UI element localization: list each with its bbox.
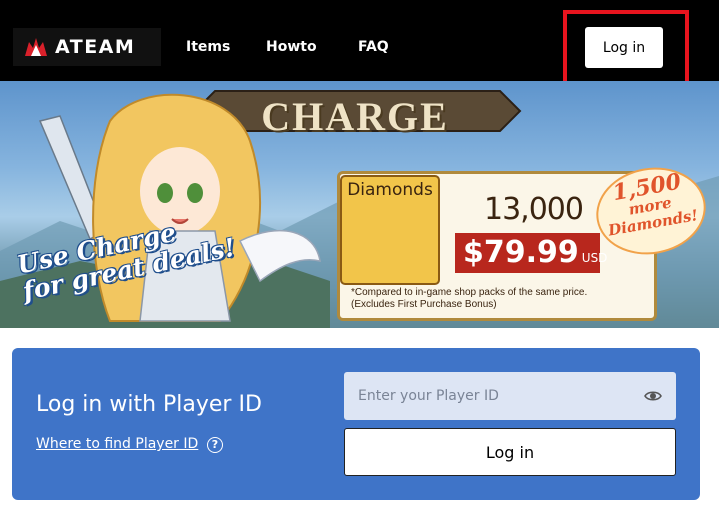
offer-footnote: *Compared to in-game shop packs of the s… <box>345 287 655 311</box>
price-value: $79.99 <box>463 235 579 270</box>
help-icon[interactable]: ? <box>207 437 223 453</box>
logo-icon <box>25 38 47 56</box>
site-logo[interactable]: ATEAM <box>13 28 161 66</box>
price-tag: $79.99 USD <box>455 233 607 273</box>
login-panel-title: Log in with Player ID <box>36 392 262 417</box>
logo-text: ATEAM <box>55 36 136 58</box>
nav-faq[interactable]: FAQ <box>358 39 389 55</box>
footnote-line-1: *Compared to in-game shop packs of the s… <box>351 287 588 298</box>
site-header: ATEAM Items Howto FAQ Log in <box>0 0 719 85</box>
diamond-amount: 13,000 <box>484 192 584 227</box>
footnote-line-2: (Excludes First Purchase Bonus) <box>351 299 497 310</box>
banner-title: CHARGE <box>261 94 449 139</box>
login-panel <box>12 348 700 500</box>
nav-howto[interactable]: Howto <box>266 39 317 55</box>
find-player-id-link[interactable]: Where to find Player ID <box>36 436 198 452</box>
player-id-input[interactable] <box>344 372 676 420</box>
nav-items[interactable]: Items <box>186 39 230 55</box>
header-login-button[interactable]: Log in <box>585 27 663 68</box>
eye-icon[interactable] <box>643 386 663 406</box>
login-submit-button[interactable]: Log in <box>344 428 676 476</box>
diamonds-tag: Diamonds <box>340 175 440 285</box>
diamonds-label: Diamonds <box>347 180 433 200</box>
promo-banner[interactable]: CHARGE Diamonds 13,000 $79.99 USD *Compar… <box>0 81 719 328</box>
price-currency: USD <box>581 251 608 265</box>
